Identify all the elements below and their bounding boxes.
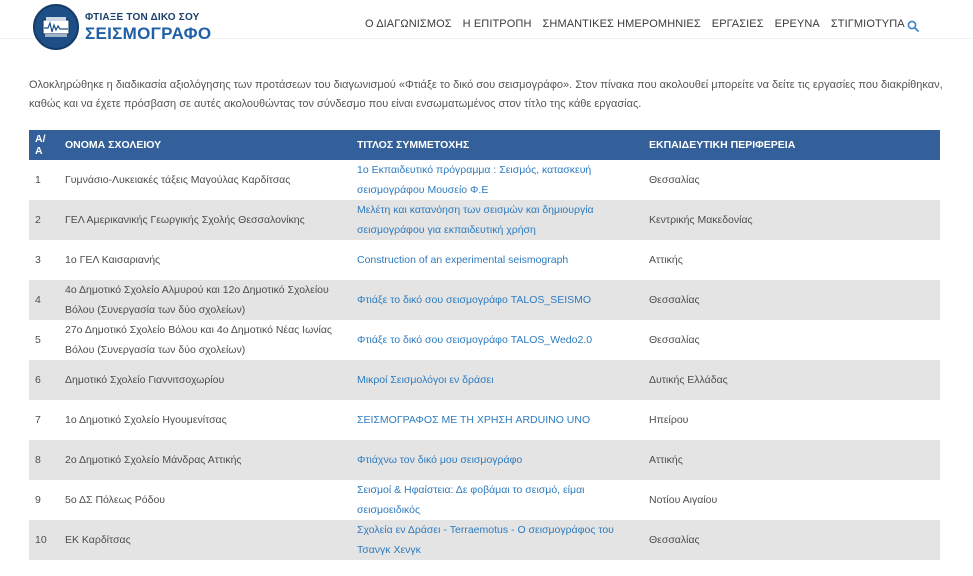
col-header-title: ΤΙΤΛΟΣ ΣΥΜΜΕΤΟΧΗΣ <box>351 130 643 160</box>
region: Θεσσαλίας <box>643 520 940 560</box>
table-header-row: Α/Α ΟΝΟΜΑ ΣΧΟΛΕΙΟΥ ΤΙΤΛΟΣ ΣΥΜΜΕΤΟΧΗΣ ΕΚΠ… <box>29 130 940 160</box>
table-row: 7 1ο Δημοτικό Σχολείο Ηγουμενίτσας ΣΕΙΣΜ… <box>29 400 940 440</box>
entry-title-link[interactable]: Φτιάξε το δικό σου σεισμογράφο TALOS_Wed… <box>357 334 592 346</box>
school-name: 27ο Δημοτικό Σχολείο Βόλου και 4ο Δημοτι… <box>59 320 351 360</box>
entry-title-link[interactable]: Μικροί Σεισμολόγοι εν δράσει <box>357 374 494 386</box>
nav-item-committee[interactable]: Η ΕΠΙΤΡΟΠΗ <box>463 18 532 30</box>
table-row: 3 1ο ΓΕΛ Καισαριανής Construction of an … <box>29 240 940 280</box>
table-row: 1 Γυμνάσιο-Λυκειακές τάξεις Μαγούλας Καρ… <box>29 160 940 200</box>
main-nav: Ο ΔΙΑΓΩΝΙΣΜΟΣ Η ΕΠΙΤΡΟΠΗ ΣΗΜΑΝΤΙΚΕΣ ΗΜΕΡ… <box>365 18 905 30</box>
entry-title-link[interactable]: Φτιάχνω τον δικό μου σεισμογράφο <box>357 454 522 466</box>
school-name: Γυμνάσιο-Λυκειακές τάξεις Μαγούλας Καρδί… <box>59 160 351 200</box>
region: Δυτικής Ελλάδας <box>643 360 940 400</box>
region: Θεσσαλίας <box>643 320 940 360</box>
school-name: ΕΚ Καρδίτσας <box>59 520 351 560</box>
region: Ηπείρου <box>643 400 940 440</box>
region: Θεσσαλίας <box>643 160 940 200</box>
site-header: ΦΤΙΑΞΕ ΤΟΝ ΔΙΚΟ ΣΟΥ ΣΕΙΣΜΟΓΡΑΦΟ Ο ΔΙΑΓΩΝ… <box>0 0 973 52</box>
table-row: 2 ΓΕΛ Αμερικανικής Γεωργικής Σχολής Θεσσ… <box>29 200 940 240</box>
table-row: 9 5ο ΔΣ Πόλεως Ρόδου Σεισμοί & Ηφαίστεια… <box>29 480 940 520</box>
intro-text: Ολοκληρώθηκε η διαδικασία αξιολόγησης τω… <box>29 79 943 110</box>
row-number: 2 <box>29 200 59 240</box>
row-number: 10 <box>29 520 59 560</box>
nav-item-works[interactable]: ΕΡΓΑΣΙΕΣ <box>712 18 764 30</box>
region: Αττικής <box>643 440 940 480</box>
nav-item-snapshots[interactable]: ΣΤΙΓΜΙΟΤΥΠΑ <box>831 18 905 30</box>
table-row: 6 Δημοτικό Σχολείο Γιαννιτσοχωρίου Μικρο… <box>29 360 940 400</box>
school-name: 2ο Δημοτικό Σχολείο Μάνδρας Αττικής <box>59 440 351 480</box>
search-icon[interactable] <box>907 20 919 32</box>
table-row: 4 4ο Δημοτικό Σχολείο Αλμυρού και 12ο Δη… <box>29 280 940 320</box>
col-header-school: ΟΝΟΜΑ ΣΧΟΛΕΙΟΥ <box>59 130 351 160</box>
entry-title-link[interactable]: Σχολεία εν Δράσει - Terraemotus - Ο σεισ… <box>357 524 614 556</box>
site-logo[interactable]: ΦΤΙΑΞΕ ΤΟΝ ΔΙΚΟ ΣΟΥ ΣΕΙΣΜΟΓΡΑΦΟ <box>33 3 211 51</box>
region: Κεντρικής Μακεδονίας <box>643 200 940 240</box>
school-name: 1ο Δημοτικό Σχολείο Ηγουμενίτσας <box>59 400 351 440</box>
col-header-number: Α/Α <box>29 130 59 160</box>
table-row: 8 2ο Δημοτικό Σχολείο Μάνδρας Αττικής Φτ… <box>29 440 940 480</box>
row-number: 9 <box>29 480 59 520</box>
nav-item-dates[interactable]: ΣΗΜΑΝΤΙΚΕΣ ΗΜΕΡΟΜΗΝΙΕΣ <box>543 18 701 30</box>
logo-line1: ΦΤΙΑΞΕ ΤΟΝ ΔΙΚΟ ΣΟΥ <box>85 11 200 23</box>
school-name: 1ο ΓΕΛ Καισαριανής <box>59 240 351 280</box>
col-header-region: ΕΚΠΑΙΔΕΥΤΙΚΗ ΠΕΡΙΦΕΡΕΙΑ <box>643 130 940 160</box>
region: Νοτίου Αιγαίου <box>643 480 940 520</box>
entry-title-link[interactable]: 1ο Εκπαιδευτικό πρόγραμμα : Σεισμός, κατ… <box>357 164 591 196</box>
logo-text: ΦΤΙΑΞΕ ΤΟΝ ΔΙΚΟ ΣΟΥ ΣΕΙΣΜΟΓΡΑΦΟ <box>85 11 212 43</box>
region: Θεσσαλίας <box>643 280 940 320</box>
row-number: 7 <box>29 400 59 440</box>
results-table: Α/Α ΟΝΟΜΑ ΣΧΟΛΕΙΟΥ ΤΙΤΛΟΣ ΣΥΜΜΕΤΟΧΗΣ ΕΚΠ… <box>29 130 940 560</box>
school-name: ΓΕΛ Αμερικανικής Γεωργικής Σχολής Θεσσαλ… <box>59 200 351 240</box>
entry-title-link[interactable]: Φτιάξε το δικό σου σεισμογράφο TALOS_SEI… <box>357 294 591 306</box>
nav-item-research[interactable]: ΕΡΕΥΝΑ <box>775 18 820 30</box>
school-name: Δημοτικό Σχολείο Γιαννιτσοχωρίου <box>59 360 351 400</box>
table-row: 10 ΕΚ Καρδίτσας Σχολεία εν Δράσει - Terr… <box>29 520 940 560</box>
logo-line2: ΣΕΙΣΜΟΓΡΑΦΟ <box>85 23 212 43</box>
table-row: 5 27ο Δημοτικό Σχολείο Βόλου και 4ο Δημο… <box>29 320 940 360</box>
region: Αττικής <box>643 240 940 280</box>
nav-item-competition[interactable]: Ο ΔΙΑΓΩΝΙΣΜΟΣ <box>365 18 452 30</box>
row-number: 3 <box>29 240 59 280</box>
entry-title-link[interactable]: ΣΕΙΣΜΟΓΡΑΦΟΣ ΜΕ ΤΗ ΧΡΗΣΗ ARDUINO UNO <box>357 414 590 426</box>
row-number: 4 <box>29 280 59 320</box>
school-name: 4ο Δημοτικό Σχολείο Αλμυρού και 12ο Δημο… <box>59 280 351 320</box>
row-number: 1 <box>29 160 59 200</box>
entry-title-link[interactable]: Σεισμοί & Ηφαίστεια: Δε φοβάμαι το σεισμ… <box>357 484 584 516</box>
row-number: 6 <box>29 360 59 400</box>
school-name: 5ο ΔΣ Πόλεως Ρόδου <box>59 480 351 520</box>
row-number: 5 <box>29 320 59 360</box>
entry-title-link[interactable]: Μελέτη και κατανόηση των σεισμών και δημ… <box>357 204 594 236</box>
entry-title-link[interactable]: Construction of an experimental seismogr… <box>357 254 568 266</box>
row-number: 8 <box>29 440 59 480</box>
seismograph-logo-icon <box>33 4 79 50</box>
